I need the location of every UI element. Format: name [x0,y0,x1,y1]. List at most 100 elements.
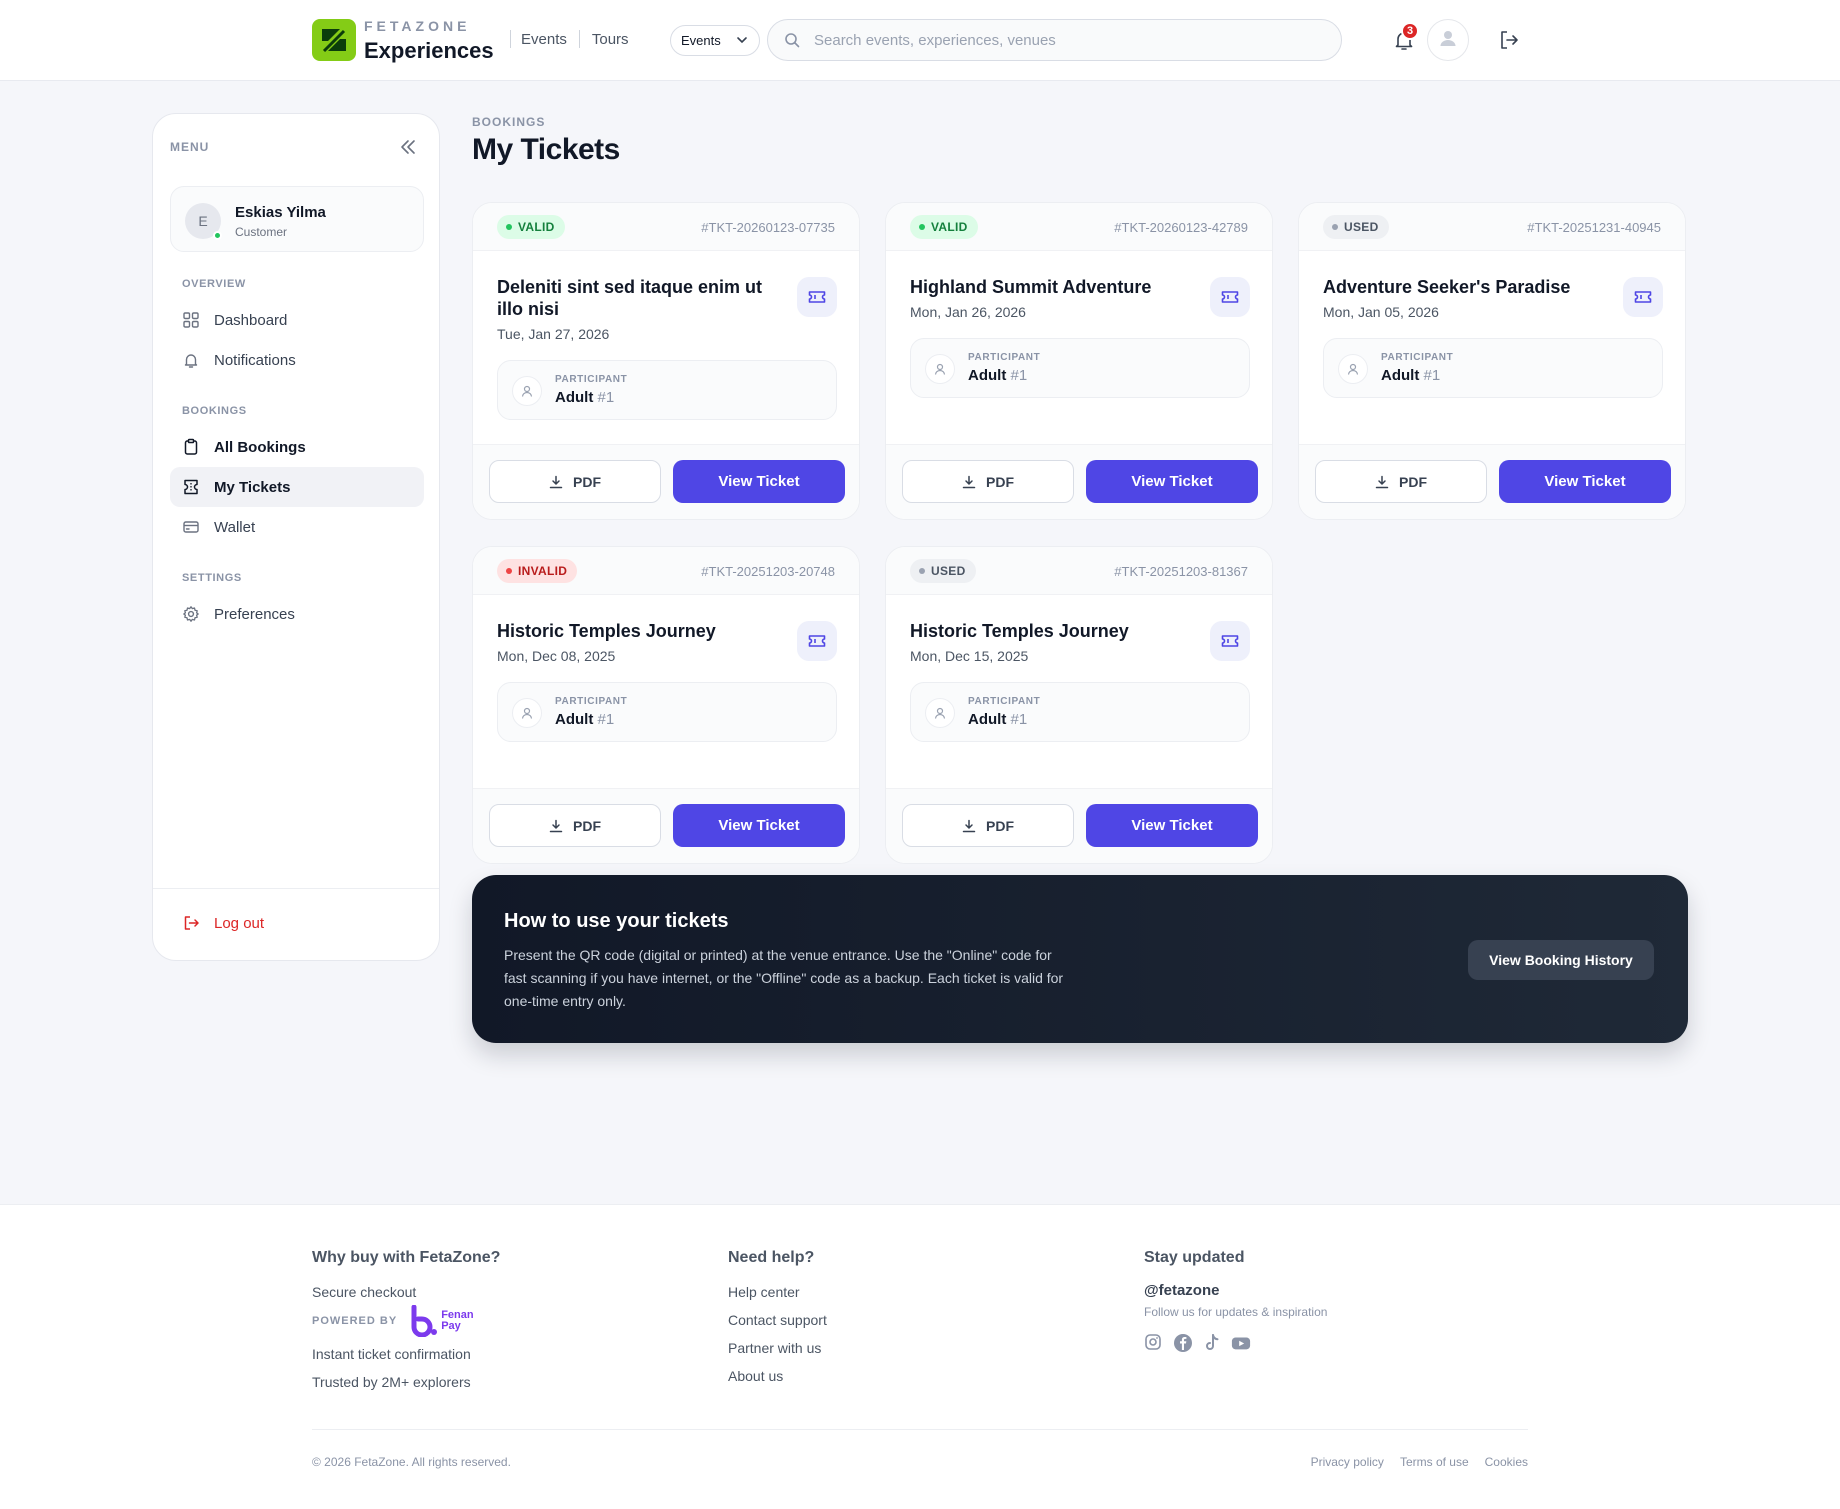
ticket-date: Mon, Dec 15, 2025 [910,648,1029,664]
view-ticket-button[interactable]: View Ticket [673,460,845,503]
user-icon [512,698,542,728]
participant-label: PARTICIPANT [968,352,1041,363]
view-booking-history-button[interactable]: View Booking History [1468,940,1654,980]
sidebar-logout-button[interactable]: Log out [182,914,264,932]
footer-text-instant: Instant ticket confirmation [312,1346,471,1362]
sidebar-item-wallet[interactable]: Wallet [170,507,424,547]
participant-box: PARTICIPANT Adult #1 [910,682,1250,742]
notification-count-badge: 3 [1401,22,1419,40]
user-icon [925,698,955,728]
pdf-button[interactable]: PDF [1315,460,1487,503]
sidebar-item-label: Wallet [214,518,256,536]
pdf-button[interactable]: PDF [489,460,661,503]
grid-icon [182,311,200,329]
ticket-icon [1623,277,1663,317]
pdf-button[interactable]: PDF [902,804,1074,847]
avatar-button[interactable] [1427,19,1469,61]
legal-links: Privacy policy Terms of use Cookies [1295,1455,1528,1469]
ticket-date: Mon, Jan 26, 2026 [910,304,1026,320]
section-label-overview: OVERVIEW [182,278,246,290]
instagram-icon[interactable] [1144,1333,1164,1353]
footer-link-about[interactable]: About us [728,1366,827,1394]
footer-column-help: Need help? Help center Contact support P… [728,1249,827,1394]
footer-link-partner[interactable]: Partner with us [728,1338,827,1366]
section-label-settings: SETTINGS [182,572,242,584]
facebook-icon[interactable] [1173,1333,1193,1353]
pdf-button[interactable]: PDF [902,460,1074,503]
download-icon [549,475,563,489]
menu-label: MENU [170,140,210,154]
view-ticket-button[interactable]: View Ticket [1499,460,1671,503]
category-select[interactable]: Events [670,25,760,56]
pdf-button[interactable]: PDF [489,804,661,847]
user-icon [925,354,955,384]
sidebar-item-label: Dashboard [214,311,288,329]
sidebar-item-notifications[interactable]: Notifications [170,340,424,380]
nav-divider [578,30,580,48]
pdf-label: PDF [986,817,1014,834]
social-icons [1144,1333,1327,1353]
participant-value: Adult #1 [555,711,614,728]
clipboard-icon [182,438,200,456]
status-badge: USED [910,559,976,583]
ticket-icon [182,478,200,496]
chevron-down-icon [735,33,749,50]
logout-icon [182,914,200,932]
nav-link-events[interactable]: Events [521,31,567,48]
footer-link-privacy[interactable]: Privacy policy [1311,1455,1384,1469]
youtube-icon[interactable] [1231,1333,1251,1353]
view-ticket-button[interactable]: View Ticket [673,804,845,847]
user-name: Eskias Yilma [235,204,326,221]
ticket-date: Mon, Jan 05, 2026 [1323,304,1439,320]
user-card[interactable]: E Eskias Yilma Customer [170,186,424,252]
footer: Why buy with FetaZone? Secure checkout P… [0,1204,1840,1509]
ticket-code: #TKT-20251203-20748 [701,564,835,579]
sidebar-item-my-tickets[interactable]: My Tickets [170,467,424,507]
brand-name[interactable]: Experiences [364,38,494,64]
ticket-date: Tue, Jan 27, 2026 [497,326,610,342]
logo-icon[interactable] [312,19,356,61]
status-dot [1332,224,1338,230]
footer-column-social: Stay updated @fetazone Follow us for upd… [1144,1249,1327,1353]
sidebar-item-all-bookings[interactable]: All Bookings [170,427,424,467]
nav-link-tours[interactable]: Tours [592,31,629,48]
nav-divider [510,30,511,48]
download-icon [1375,475,1389,489]
participant-box: PARTICIPANT Adult #1 [910,338,1250,398]
footer-text-trusted: Trusted by 2M+ explorers [312,1374,471,1390]
footer-link-terms[interactable]: Terms of use [1400,1455,1469,1469]
view-ticket-button[interactable]: View Ticket [1086,460,1258,503]
user-icon [1437,27,1459,54]
ticket-code: #TKT-20260123-07735 [701,220,835,235]
ticket-card: VALID #TKT-20260123-07735 Deleniti sint … [472,202,860,520]
ticket-card: INVALID #TKT-20251203-20748 Historic Tem… [472,546,860,864]
follow-text: Follow us for updates & inspiration [1144,1305,1328,1319]
logout-icon[interactable] [1497,28,1521,52]
footer-column-why: Why buy with FetaZone? Secure checkout P… [312,1249,500,1400]
participant-label: PARTICIPANT [1381,352,1454,363]
wallet-icon [182,518,200,536]
user-role: Customer [235,225,288,239]
collapse-icon[interactable] [397,136,419,158]
tiktok-icon[interactable] [1202,1333,1222,1353]
footer-link-help-center[interactable]: Help center [728,1282,827,1310]
ticket-title: Deleniti sint sed itaque enim ut illo ni… [497,277,763,319]
sidebar-item-label: Preferences [214,605,295,623]
sidebar-item-preferences[interactable]: Preferences [170,594,424,634]
footer-link-contact-support[interactable]: Contact support [728,1310,827,1338]
copyright: © 2026 FetaZone. All rights reserved. [312,1455,511,1469]
participant-value: Adult #1 [968,711,1027,728]
social-handle: @fetazone [1144,1282,1220,1299]
search-input[interactable] [814,31,1294,49]
footer-link-cookies[interactable]: Cookies [1485,1455,1528,1469]
status-badge: INVALID [497,559,578,583]
view-ticket-button[interactable]: View Ticket [1086,804,1258,847]
ticket-title: Adventure Seeker's Paradise [1323,277,1571,297]
sidebar-item-dashboard[interactable]: Dashboard [170,300,424,340]
ticket-card: USED #TKT-20251231-40945 Adventure Seeke… [1298,202,1686,520]
section-label-bookings: BOOKINGS [182,405,247,417]
online-status-dot [213,231,222,240]
logout-label: Log out [214,914,265,932]
participant-number: #1 [1010,711,1028,728]
powered-by-label: POWERED BY [312,1315,398,1327]
